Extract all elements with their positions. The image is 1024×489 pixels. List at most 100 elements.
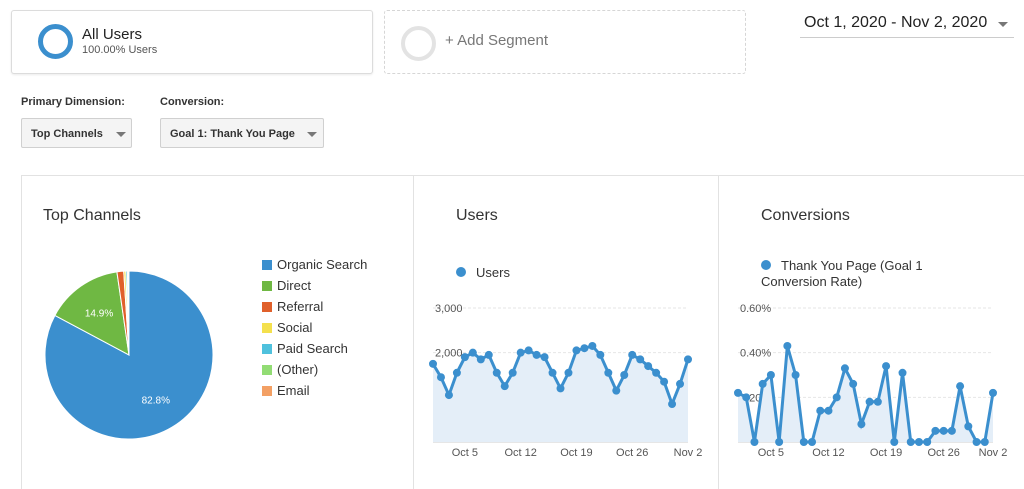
data-point[interactable] [791,371,800,379]
data-point[interactable] [964,422,973,431]
add-segment-button[interactable]: + Add Segment [384,10,746,74]
legend-swatch-referral [262,302,272,312]
legend-label-email[interactable]: Email [277,383,310,398]
data-point[interactable] [644,362,653,371]
data-point[interactable] [906,438,915,446]
data-point[interactable] [636,355,645,364]
x-tick-label: Oct 26 [927,447,959,459]
legend-label-other[interactable]: (Other) [277,362,318,377]
data-point[interactable] [604,368,613,377]
data-point[interactable] [524,346,533,355]
series-area [433,345,688,442]
data-point[interactable] [898,368,907,377]
legend-swatch-direct [262,281,272,291]
legend-label-referral[interactable]: Referral [277,299,323,314]
data-point[interactable] [742,393,751,402]
pie-slice-email[interactable] [127,270,130,356]
x-tick-label: Oct 5 [758,447,784,459]
data-point[interactable] [436,373,445,382]
data-point[interactable] [923,438,932,446]
data-point[interactable] [676,379,685,388]
data-point[interactable] [548,368,557,377]
data-point[interactable] [758,379,767,388]
date-range-picker[interactable]: Oct 1, 2020 - Nov 2, 2020 [800,12,1014,38]
legend-label-social[interactable]: Social [277,320,312,335]
date-range-text: Oct 1, 2020 - Nov 2, 2020 [804,14,988,31]
chevron-down-icon [116,132,126,137]
users-title: Users [456,207,498,224]
data-point[interactable] [660,377,669,386]
data-point[interactable] [468,348,477,357]
legend-swatch-social [262,323,272,333]
data-point[interactable] [783,341,792,350]
primary-dimension-value: Top Channels [31,128,103,140]
data-point[interactable] [444,391,453,400]
y-tick-label: 0.60% [740,303,771,315]
data-point[interactable] [556,384,565,393]
data-point[interactable] [808,438,817,446]
x-tick-label: Oct 5 [452,447,478,459]
data-point[interactable] [980,438,989,446]
data-point[interactable] [508,368,517,377]
data-point[interactable] [628,350,637,359]
data-point[interactable] [429,359,437,368]
data-point[interactable] [914,438,923,446]
data-point[interactable] [972,438,981,446]
data-point[interactable] [612,386,621,395]
legend-label-paid-search[interactable]: Paid Search [277,341,348,356]
data-point[interactable] [588,341,597,350]
x-tick-label: Nov 2 [674,447,703,459]
data-point[interactable] [857,420,866,429]
data-point[interactable] [460,353,469,362]
data-point[interactable] [799,438,808,446]
data-point[interactable] [750,438,759,446]
data-point[interactable] [832,393,841,402]
data-point[interactable] [824,406,833,415]
data-point[interactable] [989,388,997,397]
data-point[interactable] [580,344,589,353]
data-point[interactable] [620,371,629,379]
data-point[interactable] [816,406,825,415]
data-point[interactable] [849,379,858,388]
data-point[interactable] [516,348,525,357]
data-point[interactable] [572,346,581,355]
primary-dimension-label: Primary Dimension: [21,96,125,108]
data-point[interactable] [775,438,784,446]
data-point[interactable] [452,368,461,377]
segment-subtitle: 100.00% Users [82,44,158,56]
data-point[interactable] [596,350,605,359]
segment-card-all-users[interactable]: All Users 100.00% Users [11,10,373,74]
data-point[interactable] [873,397,882,406]
data-point[interactable] [766,371,775,379]
data-point[interactable] [484,350,493,359]
data-point[interactable] [476,355,485,364]
data-point[interactable] [882,362,891,371]
data-point[interactable] [492,368,501,377]
data-point[interactable] [668,400,677,409]
data-point[interactable] [939,426,948,435]
data-point[interactable] [865,397,874,406]
top-channels-title: Top Channels [43,207,141,224]
x-tick-label: Oct 19 [870,447,902,459]
data-point[interactable] [947,426,956,435]
legend-label-organic-search[interactable]: Organic Search [277,257,367,272]
data-point[interactable] [564,368,573,377]
data-point[interactable] [840,364,849,373]
panel-divider [413,175,414,489]
data-point[interactable] [890,438,899,446]
data-point[interactable] [956,382,965,391]
legend-label-direct[interactable]: Direct [277,278,311,293]
data-point[interactable] [532,350,541,359]
conversion-dropdown[interactable]: Goal 1: Thank You Page [160,118,324,148]
conversions-legend-label: Thank You Page (Goal 1 Conversion Rate) [761,258,923,289]
segment-title: All Users [82,26,143,43]
data-point[interactable] [500,382,509,391]
chevron-down-icon [307,132,317,137]
panels-top-border [21,175,1024,176]
data-point[interactable] [734,388,742,397]
primary-dimension-dropdown[interactable]: Top Channels [21,118,132,148]
data-point[interactable] [931,426,940,435]
data-point[interactable] [684,355,692,364]
data-point[interactable] [652,368,661,377]
data-point[interactable] [540,353,549,362]
